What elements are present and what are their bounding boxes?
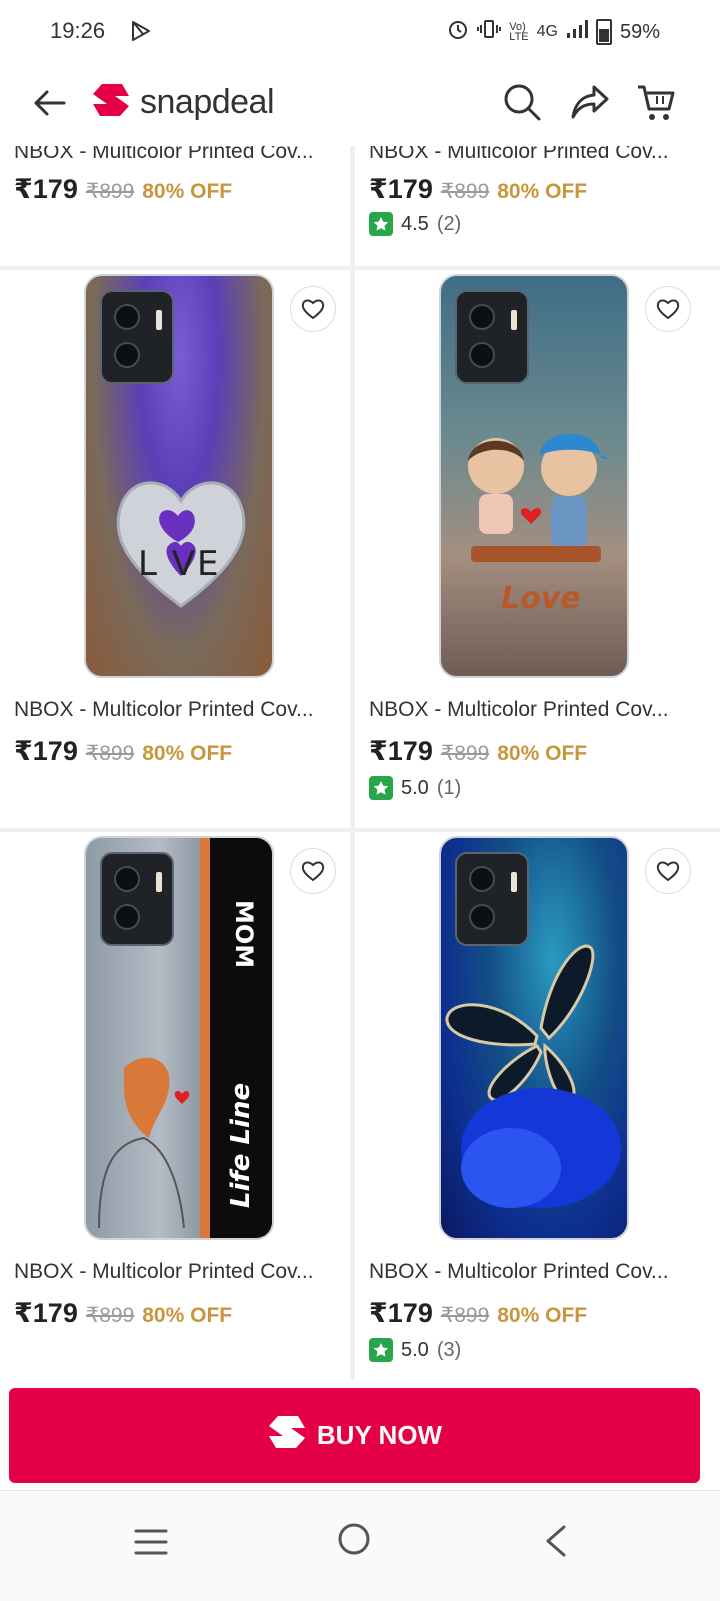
butterfly-graphic [445,944,621,1208]
product-price: ₹179 [14,736,78,766]
product-title: NBOX - Multicolor Printed Cov... [369,1260,669,1283]
signal-icon [566,19,588,45]
search-icon[interactable] [502,82,542,127]
vibrate-icon [477,18,502,46]
camera-module [455,290,529,384]
share-icon[interactable] [570,84,610,125]
product-image[interactable]: L VE [84,274,274,678]
image-caption: Life Line [226,1082,256,1208]
product-mrp: ₹899 [85,742,135,765]
snapdeal-logo-icon [267,1414,307,1457]
product-mrp: ₹899 [85,180,135,203]
heart-block-graphic [116,481,246,608]
wishlist-heart-icon[interactable] [290,848,336,894]
product-title: NBOX - Multicolor Printed Cov... [14,1260,314,1283]
product-title: NBOX - Multicolor Printed Cov... [14,698,314,721]
buy-now-label: BUY NOW [316,1420,443,1450]
camera-module [100,290,174,384]
rating-value: 5.0 [401,776,429,799]
wishlist-heart-icon[interactable] [645,286,691,332]
snapdeal-logo[interactable]: snapdeal [92,82,275,123]
status-icons: Vo) LTE 4G 59% [447,18,660,46]
product-discount: 80% OFF [142,1304,233,1327]
product-discount: 80% OFF [497,742,588,765]
product-mrp: ₹899 [85,1304,135,1327]
price-row: ₹179 ₹899 80% OFF [14,736,232,767]
product-image[interactable] [439,836,629,1240]
rating-count: (1) [436,776,462,799]
home-icon[interactable] [336,1521,372,1562]
brand-name: snapdeal [140,83,275,121]
product-rating: 5.0 (1) [369,776,461,800]
system-nav-bar [0,1490,720,1601]
product-title: NBOX - Multicolor Printed Cov... [14,146,314,163]
product-image[interactable]: Love [439,274,629,678]
price-row: ₹179 ₹899 80% OFF [369,1298,587,1329]
product-rating: 4.5 (2) [369,212,461,236]
price-row: ₹179 ₹899 80% OFF [369,174,587,205]
battery-icon [595,19,612,45]
product-grid: NBOX - Multicolor Printed Cov... ₹179 ₹8… [0,146,720,1380]
rating-value: 4.5 [401,212,429,235]
camera-module [100,852,174,946]
rating-count: (3) [436,1338,462,1361]
product-price: ₹179 [14,174,78,204]
product-price: ₹179 [369,1298,433,1328]
alarm-icon [447,18,469,46]
product-discount: 80% OFF [497,180,588,203]
app-header: snapdeal [0,60,720,146]
image-caption: L VE [138,544,221,584]
product-card[interactable]: NBOX - Multicolor Printed Cov... ₹179 ₹8… [355,146,720,266]
product-card[interactable]: Love NBOX - Multicolor Printed Cov... ₹1… [355,270,720,828]
buy-now-button[interactable]: BUY NOW [9,1388,700,1483]
product-discount: 80% OFF [142,742,233,765]
network-type: 4G [536,23,558,40]
rating-count: (2) [436,212,462,235]
status-bar: 19:26 Vo) LTE 4G 59% [0,0,720,60]
battery-percent: 59% [619,20,660,43]
product-mrp: ₹899 [440,1304,490,1327]
product-title: NBOX - Multicolor Printed Cov... [369,146,669,163]
snapdeal-logo-icon [92,82,130,123]
product-mrp: ₹899 [440,742,490,765]
price-row: ₹179 ₹899 80% OFF [14,1298,232,1329]
status-time: 19:26 [50,18,106,43]
mother-child-graphic [98,1057,190,1228]
product-card[interactable]: NBOX - Multicolor Printed Cov... ₹179 ₹8… [0,146,350,266]
volte-icon: Vo) LTE [509,21,529,43]
product-price: ₹179 [14,1298,78,1328]
product-image[interactable]: Life Line MOM [84,836,274,1240]
product-title: NBOX - Multicolor Printed Cov... [369,698,669,721]
back-arrow-icon[interactable] [30,84,68,127]
product-card[interactable]: Life Line MOM NBOX - Multicolor Printed … [0,832,350,1380]
image-caption: Love [501,581,581,616]
back-icon[interactable] [544,1525,568,1562]
cart-icon[interactable] [636,82,676,129]
play-store-icon [131,20,151,47]
product-card[interactable]: NBOX - Multicolor Printed Cov... ₹179 ₹8… [355,832,720,1380]
image-caption-secondary: MOM [230,900,258,969]
product-price: ₹179 [369,736,433,766]
price-row: ₹179 ₹899 80% OFF [369,736,587,767]
rating-value: 5.0 [401,1338,429,1361]
recent-apps-icon[interactable] [134,1527,168,1562]
star-icon [369,212,393,236]
wishlist-heart-icon[interactable] [290,286,336,332]
product-price: ₹179 [369,174,433,204]
wishlist-heart-icon[interactable] [645,848,691,894]
price-row: ₹179 ₹899 80% OFF [14,174,232,205]
product-rating: 5.0 (3) [369,1338,461,1362]
buy-now-bar: BUY NOW [0,1380,720,1490]
product-mrp: ₹899 [440,180,490,203]
star-icon [369,776,393,800]
product-discount: 80% OFF [142,180,233,203]
product-card[interactable]: L VE NBOX - Multicolor Printed Cov... ₹1… [0,270,350,828]
product-discount: 80% OFF [497,1304,588,1327]
star-icon [369,1338,393,1362]
